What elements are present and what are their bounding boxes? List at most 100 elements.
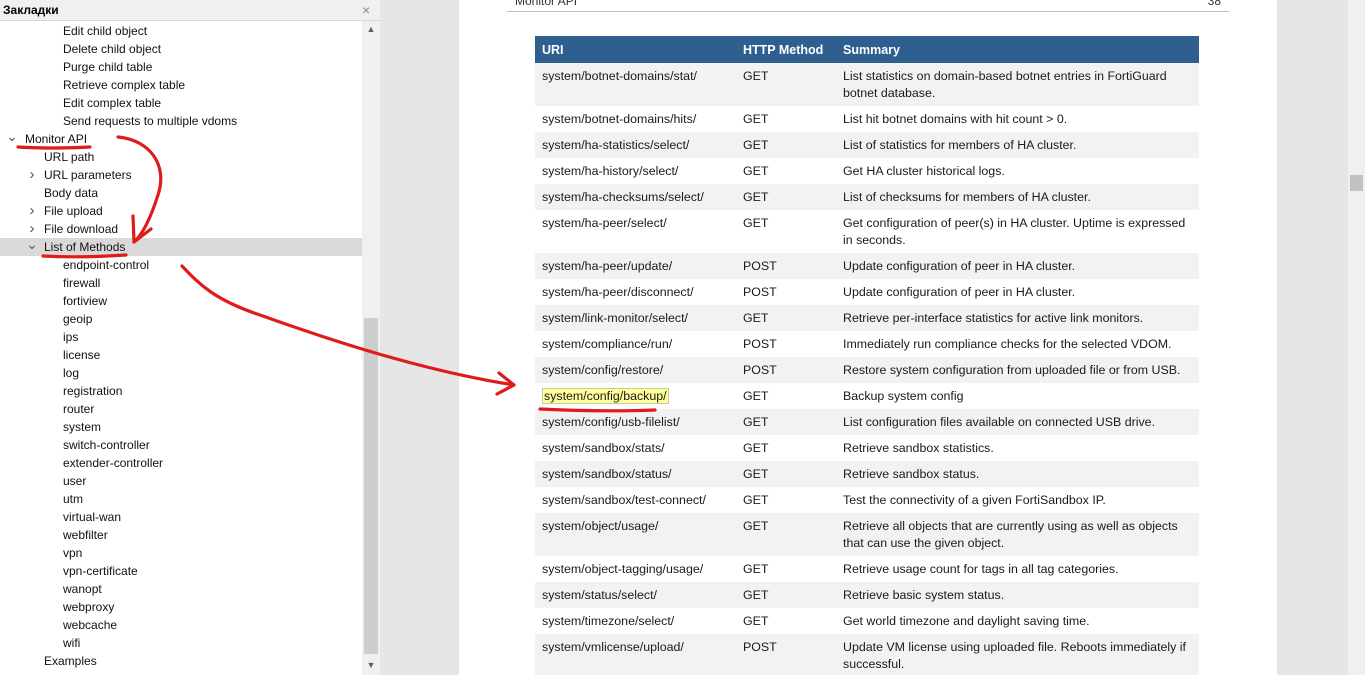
- uri-cell-text[interactable]: system/vmlicense/upload/: [542, 640, 684, 654]
- bookmark-item[interactable]: ⌄ List of Methods: [0, 237, 362, 256]
- http-method-cell-text: POST: [743, 640, 777, 654]
- bookmark-item[interactable]: extender-controller: [0, 454, 362, 472]
- summary-cell-text: List hit botnet domains with hit count >…: [843, 112, 1068, 126]
- bookmark-item[interactable]: wanopt: [0, 580, 362, 598]
- bookmark-item[interactable]: Purge child table: [0, 58, 362, 76]
- bookmark-label: webcache: [63, 618, 118, 632]
- bookmark-item[interactable]: Examples: [0, 652, 362, 670]
- uri-cell-text[interactable]: system/compliance/run/: [542, 337, 672, 351]
- table-row: system/link-monitor/select/GET Retrieve p…: [535, 305, 1199, 331]
- summary-cell-text: Retrieve basic system status.: [843, 588, 1005, 602]
- summary-cell-text: Immediately run compliance checks for th…: [843, 337, 1172, 351]
- uri-cell-text[interactable]: system/link-monitor/select/: [542, 311, 688, 325]
- bookmark-item[interactable]: system: [0, 418, 362, 436]
- bookmark-label: endpoint-control: [63, 258, 150, 272]
- uri-cell-text[interactable]: system/timezone/select/: [542, 614, 674, 628]
- uri-cell-text[interactable]: system/botnet-domains/hits/: [542, 112, 696, 126]
- bookmark-item[interactable]: fortiview: [0, 292, 362, 310]
- bookmark-item[interactable]: endpoint-control: [0, 256, 362, 274]
- bookmark-item[interactable]: Edit child object: [0, 22, 362, 40]
- bookmark-item[interactable]: log: [0, 364, 362, 382]
- bookmark-item[interactable]: firewall: [0, 274, 362, 292]
- bookmark-item[interactable]: virtual-wan: [0, 508, 362, 526]
- uri-cell-text[interactable]: system/ha-peer/select/: [542, 216, 667, 230]
- bookmark-item[interactable]: utm: [0, 490, 362, 508]
- bookmark-label: List of Methods: [44, 240, 126, 254]
- http-method-cell: GET: [736, 582, 836, 608]
- bookmark-item[interactable]: wifi: [0, 634, 362, 652]
- bookmark-item[interactable]: Retrieve complex table: [0, 76, 362, 94]
- uri-cell-text[interactable]: system/sandbox/status/: [542, 467, 671, 481]
- bookmark-item[interactable]: ⌄ Monitor API: [0, 129, 362, 148]
- http-method-cell-text: GET: [743, 562, 769, 576]
- bookmark-item[interactable]: Send requests to multiple vdoms: [0, 112, 362, 130]
- uri-cell-text[interactable]: system/config/usb-filelist/: [542, 415, 680, 429]
- column-header-uri: URI: [535, 36, 736, 63]
- document-scrollbar-thumb[interactable]: [1350, 175, 1363, 191]
- chevron-down-icon[interactable]: ⌄: [26, 237, 38, 256]
- uri-cell-text[interactable]: system/botnet-domains/stat/: [542, 69, 697, 83]
- bookmark-item[interactable]: ips: [0, 328, 362, 346]
- uri-cell-text[interactable]: system/ha-peer/disconnect/: [542, 285, 694, 299]
- bookmark-label: Send requests to multiple vdoms: [63, 114, 238, 128]
- bookmark-item[interactable]: Body data: [0, 184, 362, 202]
- bookmarks-scrollbar-thumb[interactable]: [364, 318, 378, 654]
- bookmark-item[interactable]: registration: [0, 382, 362, 400]
- uri-cell-text[interactable]: system/sandbox/stats/: [542, 441, 665, 455]
- bookmark-item[interactable]: Delete child object: [0, 40, 362, 58]
- scroll-down-icon[interactable]: ▼: [362, 657, 380, 673]
- document-scrollbar[interactable]: [1348, 0, 1365, 675]
- uri-cell-text[interactable]: system/object-tagging/usage/: [542, 562, 703, 576]
- bookmark-item[interactable]: webproxy: [0, 598, 362, 616]
- uri-cell-text[interactable]: system/ha-checksums/select/: [542, 190, 704, 204]
- column-header-http-method: HTTP Method: [736, 36, 836, 63]
- uri-cell-text[interactable]: system/status/select/: [542, 588, 657, 602]
- summary-cell-text: Retrieve all objects that are currently …: [843, 519, 1178, 550]
- uri-cell: system/ha-peer/update/: [535, 253, 736, 279]
- uri-cell: system/timezone/select/: [535, 608, 736, 634]
- http-method-cell: GET: [736, 487, 836, 513]
- chevron-right-icon[interactable]: ›: [26, 202, 38, 220]
- bookmark-item[interactable]: › File upload: [0, 202, 362, 220]
- bookmark-label: ips: [63, 330, 79, 344]
- uri-cell-text[interactable]: system/ha-history/select/: [542, 164, 678, 178]
- summary-cell-text: Backup system config: [843, 389, 964, 403]
- document-viewport[interactable]: Monitor API 38 URI HTTP Method Summary s…: [381, 0, 1348, 675]
- bookmark-item[interactable]: › URL parameters: [0, 166, 362, 184]
- http-method-cell: GET: [736, 305, 836, 331]
- close-icon[interactable]: ×: [362, 2, 370, 18]
- summary-cell-text: List of statistics for members of HA clu…: [843, 138, 1077, 152]
- summary-cell: Retrieve all objects that are currently …: [836, 513, 1199, 556]
- uri-cell-text[interactable]: system/object/usage/: [542, 519, 658, 533]
- chevron-down-icon[interactable]: ⌄: [6, 129, 18, 148]
- bookmark-label: wanopt: [63, 582, 102, 596]
- http-method-cell-text: GET: [743, 588, 769, 602]
- uri-cell: system/ha-peer/select/: [535, 210, 736, 253]
- bookmark-item[interactable]: URL path: [0, 148, 362, 166]
- bookmark-item[interactable]: vpn-certificate: [0, 562, 362, 580]
- bookmark-item[interactable]: › File download: [0, 220, 362, 238]
- http-method-cell: GET: [736, 106, 836, 132]
- bookmark-item[interactable]: webfilter: [0, 526, 362, 544]
- bookmark-item[interactable]: router: [0, 400, 362, 418]
- bookmark-item[interactable]: vpn: [0, 544, 362, 562]
- bookmark-item[interactable]: geoip: [0, 310, 362, 328]
- bookmarks-scrollbar[interactable]: ▲ ▼: [362, 21, 380, 675]
- bookmark-item[interactable]: license: [0, 346, 362, 364]
- highlighted-uri-text[interactable]: system/config/backup/: [542, 388, 669, 404]
- bookmark-item[interactable]: switch-controller: [0, 436, 362, 454]
- bookmark-label: vpn-certificate: [63, 564, 138, 578]
- scroll-up-icon[interactable]: ▲: [362, 21, 380, 37]
- uri-cell-text[interactable]: system/ha-statistics/select/: [542, 138, 689, 152]
- uri-cell-text[interactable]: system/sandbox/test-connect/: [542, 493, 706, 507]
- bookmark-item[interactable]: Edit complex table: [0, 94, 362, 112]
- bookmark-item[interactable]: user: [0, 472, 362, 490]
- chevron-right-icon[interactable]: ›: [26, 166, 38, 184]
- bookmark-item[interactable]: webcache: [0, 616, 362, 634]
- uri-cell-text[interactable]: system/config/restore/: [542, 363, 663, 377]
- bookmark-label: extender-controller: [63, 456, 164, 470]
- uri-cell-text[interactable]: system/ha-peer/update/: [542, 259, 672, 273]
- bookmarks-tree: Edit child object Delete child object Purg…: [0, 21, 362, 675]
- summary-cell: Retrieve basic system status.: [836, 582, 1199, 608]
- summary-cell: Update configuration of peer in HA clust…: [836, 253, 1199, 279]
